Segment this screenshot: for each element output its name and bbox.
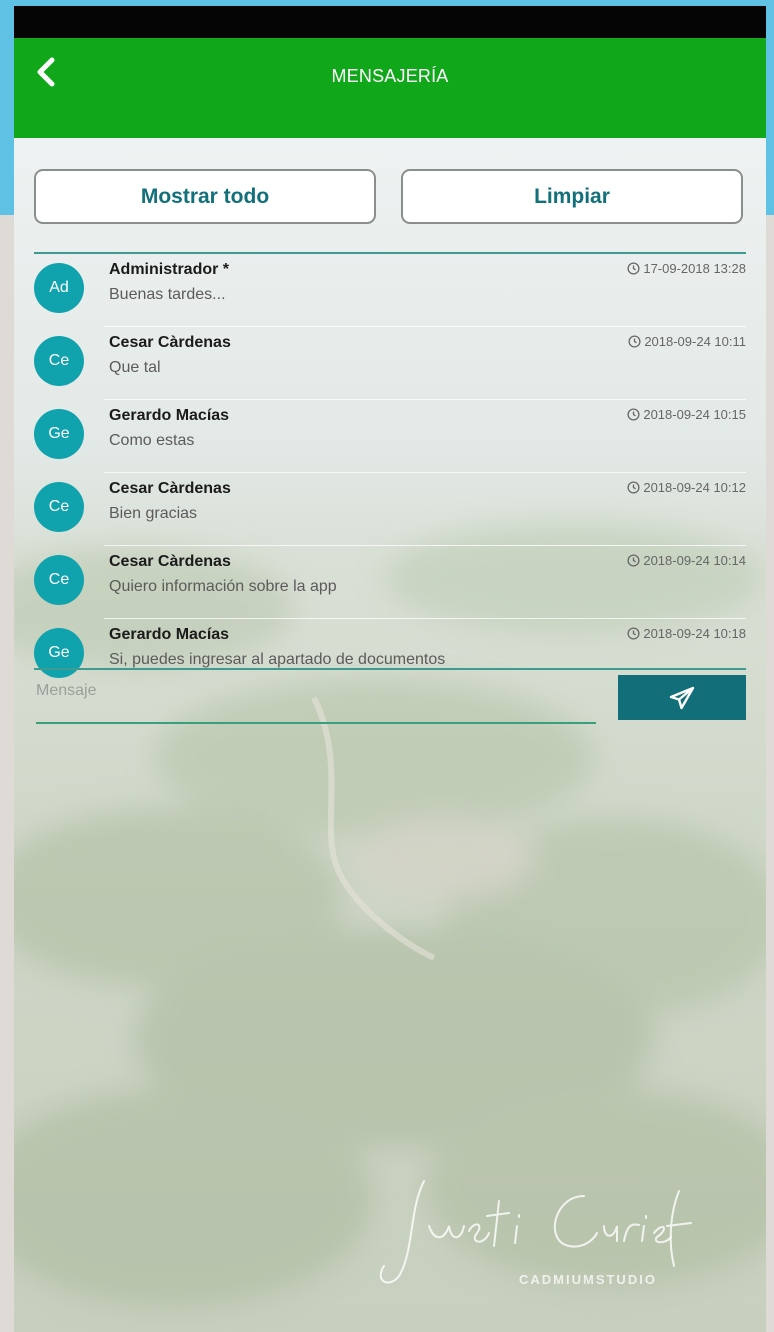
message-sender: Cesar Càrdenas xyxy=(109,334,231,351)
avatar: Ce xyxy=(34,336,84,386)
message-sender: Gerardo Macías xyxy=(109,626,230,643)
clock-icon xyxy=(627,481,640,494)
avatar: Ad xyxy=(34,263,84,313)
message-time: 17-09-2018 13:28 xyxy=(627,261,746,276)
message-time-text: 2018-09-24 10:14 xyxy=(643,553,746,568)
message-sender: Gerardo Macías xyxy=(109,407,230,424)
clock-icon xyxy=(627,554,640,567)
message-time-text: 17-09-2018 13:28 xyxy=(643,261,746,276)
page-title: MENSAJERÍA xyxy=(331,66,449,86)
message-time: 2018-09-24 10:12 xyxy=(627,480,746,495)
message-time-text: 2018-09-24 10:15 xyxy=(643,407,746,422)
message-sender: Administrador * xyxy=(109,261,230,278)
message-text: Que tal xyxy=(109,359,161,376)
avatar: Ce xyxy=(34,555,84,605)
message-text: Si, puedes ingresar al apartado de docum… xyxy=(109,651,446,668)
avatar: Ge xyxy=(34,409,84,459)
phone-screen: MENSAJERÍA Mostrar todo Limpiar Ad Admin… xyxy=(14,6,766,1332)
show-all-button[interactable]: Mostrar todo xyxy=(34,169,376,224)
message-text: Quiero información sobre la app xyxy=(109,578,337,595)
message-time: 2018-09-24 10:14 xyxy=(627,553,746,568)
message-time-text: 2018-09-24 10:12 xyxy=(643,480,746,495)
message-text: Bien gracias xyxy=(109,505,198,522)
avatar: Ce xyxy=(34,482,84,532)
message-sender: Cesar Càrdenas xyxy=(109,553,231,570)
message-sender: Cesar Càrdenas xyxy=(109,480,231,497)
clock-icon xyxy=(627,262,640,275)
message-item[interactable]: Ad Administrador * Buenas tardes... 17-0… xyxy=(34,254,746,327)
clock-icon xyxy=(627,408,640,421)
status-bar xyxy=(14,6,766,38)
paper-plane-icon xyxy=(669,686,695,709)
message-time-text: 2018-09-24 10:11 xyxy=(644,334,746,349)
message-item[interactable]: Ce Cesar Càrdenas Bien gracias 2018-09-2… xyxy=(34,473,746,546)
send-button[interactable] xyxy=(618,675,746,720)
message-item[interactable]: Ce Cesar Càrdenas Que tal 2018-09-24 10:… xyxy=(34,327,746,400)
message-time-text: 2018-09-24 10:18 xyxy=(643,626,746,641)
message-time: 2018-09-24 10:15 xyxy=(627,407,746,422)
message-input[interactable] xyxy=(36,676,596,724)
list-divider-bottom xyxy=(34,668,746,670)
clock-icon xyxy=(628,335,641,348)
clock-icon xyxy=(627,627,640,640)
message-item[interactable]: Ce Cesar Càrdenas Quiero información sob… xyxy=(34,546,746,619)
message-item[interactable]: Ge Gerardo Macías Como estas 2018-09-24 … xyxy=(34,400,746,473)
message-list: Ad Administrador * Buenas tardes... 17-0… xyxy=(14,254,766,685)
message-text: Buenas tardes... xyxy=(109,286,226,303)
avatar: Ge xyxy=(34,628,84,678)
message-time: 2018-09-24 10:18 xyxy=(627,626,746,641)
clear-button[interactable]: Limpiar xyxy=(401,169,743,224)
app-bar xyxy=(14,38,766,138)
message-text: Como estas xyxy=(109,432,195,449)
studio-watermark: CADMIUMSTUDIO xyxy=(519,1272,657,1287)
message-time: 2018-09-24 10:11 xyxy=(628,334,746,349)
